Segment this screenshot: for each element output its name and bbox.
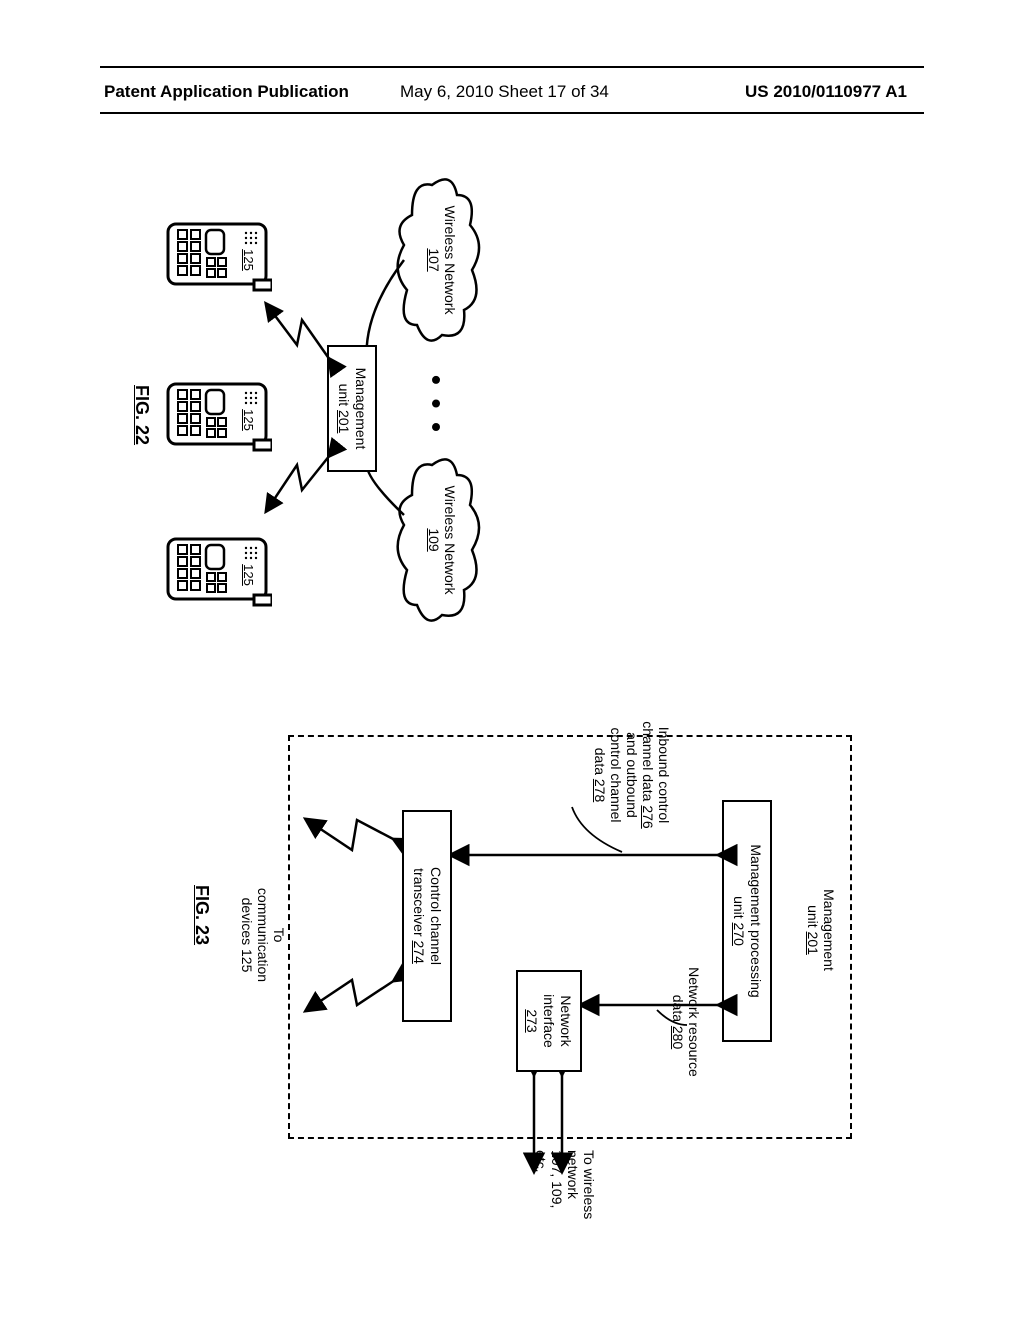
fig23-caption: FIG. 23 xyxy=(191,885,212,945)
header-rule-top xyxy=(100,66,924,68)
phone-2-label: 125 xyxy=(241,380,256,460)
inbound-outbound-annot: Inbound control channel data 276 and out… xyxy=(592,710,672,840)
figure-22: Wireless Network 107 • • • Wireless Netw… xyxy=(142,165,482,725)
pub-number: US 2010/0110977 A1 xyxy=(745,82,907,102)
phone-1-label: 125 xyxy=(241,220,256,300)
date-sheet: May 6, 2010 Sheet 17 of 34 xyxy=(400,82,609,102)
control-channel-transceiver-box: Control channel transceiver 274 xyxy=(402,810,452,1022)
pub-label: Patent Application Publication xyxy=(104,82,349,102)
phone-device-2: 125 xyxy=(162,380,272,460)
fig22-caption: FIG. 22 xyxy=(131,385,152,445)
to-comm-devices-annot: To communication devices 125 xyxy=(239,860,287,1010)
to-wireless-network-annot: To wireless network 107, 109, etc. xyxy=(533,1150,597,1245)
header-rule-bottom xyxy=(100,112,924,114)
figure-23: Management unit 201 Management processin… xyxy=(162,725,882,1245)
phone-device-1: 125 xyxy=(162,220,272,300)
phone-device-3: 125 xyxy=(162,535,272,615)
phone-3-label: 125 xyxy=(241,535,256,615)
network-interface-box: Network interface 273 xyxy=(516,970,582,1072)
network-resource-annot: Network resource data 280 xyxy=(670,947,702,1097)
